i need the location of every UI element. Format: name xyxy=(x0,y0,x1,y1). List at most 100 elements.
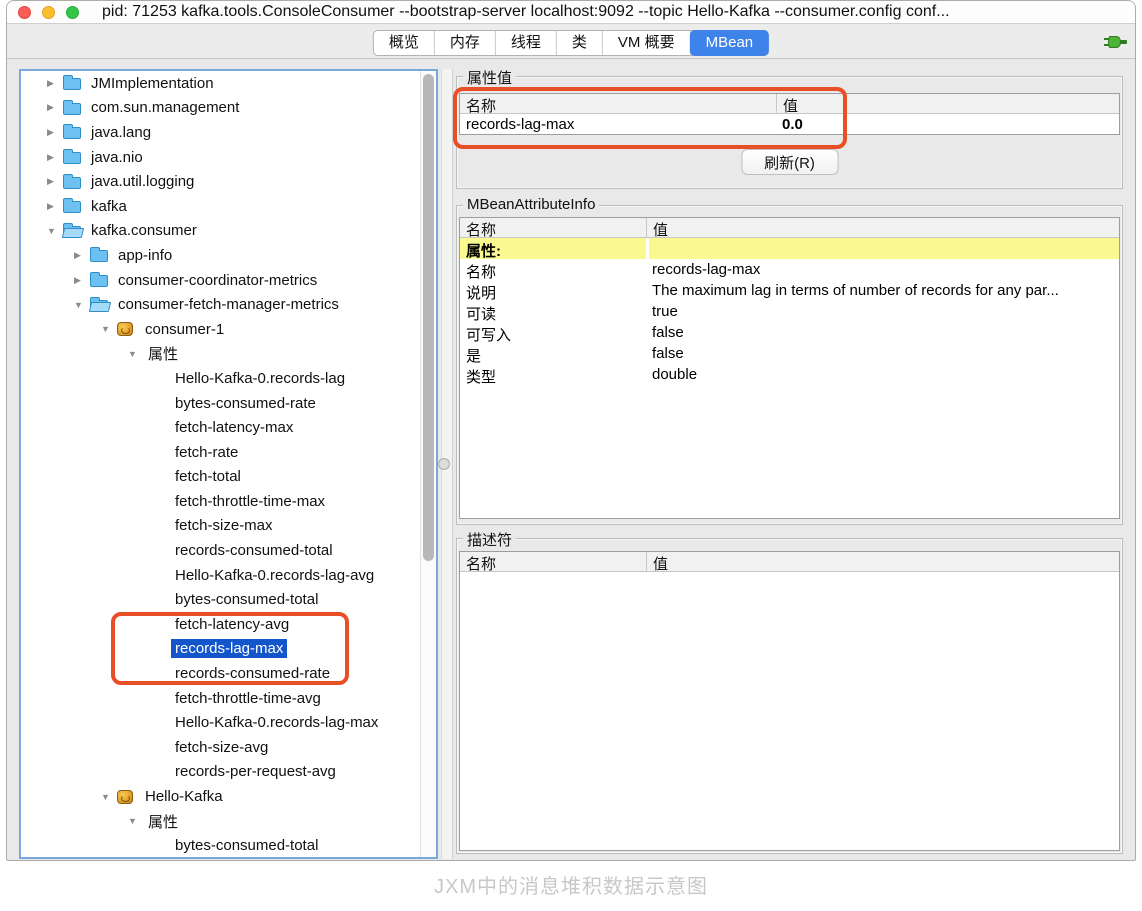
table-row[interactable]: 名称 records-lag-max xyxy=(460,259,1119,280)
expand-arrow-icon[interactable]: ▼ xyxy=(95,792,117,802)
tab[interactable]: VM 概要 xyxy=(603,31,691,55)
table-row[interactable]: 可写入 false xyxy=(460,322,1119,343)
tree-item-label: app-info xyxy=(114,246,176,265)
expand-arrow-icon[interactable]: ▶ xyxy=(41,201,63,212)
column-header-name[interactable]: 名称 xyxy=(460,94,776,113)
tree-item[interactable]: fetch-total xyxy=(21,465,420,490)
column-header-value[interactable]: 值 xyxy=(646,218,1119,237)
table-row[interactable]: records-lag-max 0.0 xyxy=(460,114,1119,135)
tab[interactable]: 概览 xyxy=(374,31,435,55)
refresh-button[interactable]: 刷新(R) xyxy=(741,149,838,175)
tree-item[interactable]: bytes-consumed-rate xyxy=(21,391,420,416)
tree-item[interactable]: ▼ consumer-fetch-manager-metrics xyxy=(21,292,420,317)
column-header-name[interactable]: 名称 xyxy=(460,552,646,571)
bean-icon xyxy=(117,790,133,804)
tree-item-label: consumer-1 xyxy=(141,320,228,339)
tree-item[interactable]: fetch-throttle-time-avg xyxy=(21,686,420,711)
table-body: records-lag-max 0.0 xyxy=(460,114,1119,135)
tree-item[interactable]: records-consumed-total xyxy=(21,538,420,563)
tree-item-label: com.sun.management xyxy=(87,98,243,117)
tree-item-label: Hello-Kafka-0.records-lag-avg xyxy=(171,566,378,585)
tree-item[interactable]: ▶ app-info xyxy=(21,243,420,268)
expand-arrow-icon[interactable]: ▶ xyxy=(41,127,63,138)
expand-arrow-icon[interactable]: ▼ xyxy=(122,349,144,359)
tab-bar: 概览 内存 线程 类 VM 概要 MBean xyxy=(7,25,1135,59)
expand-arrow-icon[interactable]: ▶ xyxy=(68,275,90,286)
tree-item[interactable]: ▼ Hello-Kafka xyxy=(21,784,420,809)
tree-item[interactable]: fetch-size-max xyxy=(21,514,420,539)
table-row[interactable]: 属性: xyxy=(460,238,1119,259)
cell-name: 可读 xyxy=(460,301,646,322)
node-icon xyxy=(63,224,87,238)
tree-item[interactable]: fetch-rate xyxy=(21,440,420,465)
tab[interactable]: MBean xyxy=(691,31,769,55)
tree-item[interactable]: ▶ java.nio xyxy=(21,145,420,170)
tree-item[interactable]: ▶ java.lang xyxy=(21,120,420,145)
tree-item[interactable]: ▶ java.util.logging xyxy=(21,169,420,194)
tree-item-label: Hello-Kafka xyxy=(141,787,227,806)
close-button[interactable] xyxy=(18,6,31,19)
table-row[interactable]: 类型 double xyxy=(460,364,1119,385)
table-row[interactable]: 说明 The maximum lag in terms of number of… xyxy=(460,280,1119,301)
expand-arrow-icon[interactable]: ▼ xyxy=(41,226,63,236)
tree-item[interactable]: ▶ consumer-coordinator-metrics xyxy=(21,268,420,293)
tree-item-label: fetch-throttle-time-max xyxy=(171,492,329,511)
tree-item[interactable]: Hello-Kafka-0.records-lag-avg xyxy=(21,563,420,588)
folder-icon xyxy=(63,78,81,90)
tree-item-label: records-per-request-avg xyxy=(171,762,340,781)
minimize-button[interactable] xyxy=(42,6,55,19)
cell-name: 可写入 xyxy=(460,322,646,343)
image-caption: JXM中的消息堆积数据示意图 xyxy=(0,870,1142,899)
expand-arrow-icon[interactable]: ▶ xyxy=(41,152,63,163)
expand-arrow-icon[interactable]: ▶ xyxy=(41,78,63,89)
tree-item[interactable]: bytes-consumed-total xyxy=(21,833,420,857)
tree-item[interactable]: fetch-throttle-time-max xyxy=(21,489,420,514)
descriptor-table: 名称 值 xyxy=(459,551,1120,851)
splitter-handle[interactable] xyxy=(438,458,450,470)
column-header-value[interactable]: 值 xyxy=(646,552,1119,571)
cell-name: 是 xyxy=(460,343,646,364)
tab[interactable]: 内存 xyxy=(435,31,496,55)
expand-arrow-icon[interactable]: ▶ xyxy=(41,176,63,187)
table-row[interactable]: 是 false xyxy=(460,343,1119,364)
tree-item[interactable]: Hello-Kafka-0.records-lag xyxy=(21,366,420,391)
tree-item[interactable]: ▶ JMImplementation xyxy=(21,71,420,96)
tree-item[interactable]: fetch-latency-avg xyxy=(21,612,420,637)
tree-item[interactable]: ▼ consumer-1 xyxy=(21,317,420,342)
tree-item[interactable]: ▼ 属性 xyxy=(21,342,420,367)
node-icon xyxy=(63,199,87,213)
expand-arrow-icon[interactable]: ▼ xyxy=(68,300,90,310)
tree-item[interactable]: records-consumed-rate xyxy=(21,661,420,686)
tree-item[interactable]: ▶ kafka xyxy=(21,194,420,219)
cell-name: 类型 xyxy=(460,364,646,385)
zoom-button[interactable] xyxy=(66,6,79,19)
tree-item[interactable]: ▼ kafka.consumer xyxy=(21,219,420,244)
folder-icon xyxy=(90,250,108,262)
cell-value: false xyxy=(646,322,1119,343)
tree-item-label: fetch-total xyxy=(171,467,245,486)
column-header-name[interactable]: 名称 xyxy=(460,218,646,237)
tree-item[interactable]: records-per-request-avg xyxy=(21,760,420,785)
expand-arrow-icon[interactable]: ▼ xyxy=(122,816,144,826)
tree-item-label: consumer-coordinator-metrics xyxy=(114,271,321,290)
tree-item[interactable]: records-lag-max xyxy=(21,637,420,662)
tab[interactable]: 线程 xyxy=(496,31,557,55)
mbean-attribute-info-group: MBeanAttributeInfo 名称 值 属性: 名称 records-l… xyxy=(456,205,1123,525)
expand-arrow-icon[interactable]: ▼ xyxy=(95,324,117,334)
tree-item-label: 属性 xyxy=(144,810,182,833)
tree-item[interactable]: fetch-latency-max xyxy=(21,415,420,440)
expand-arrow-icon[interactable]: ▶ xyxy=(68,250,90,261)
column-header-value[interactable]: 值 xyxy=(776,94,1119,113)
tree-scrollbar-thumb[interactable] xyxy=(423,74,434,561)
tab[interactable]: 类 xyxy=(557,31,603,55)
tree-item[interactable]: ▶ com.sun.management xyxy=(21,96,420,121)
tree-scrollbar[interactable] xyxy=(420,71,436,857)
tree-item[interactable]: Hello-Kafka-0.records-lag-max xyxy=(21,710,420,735)
expand-arrow-icon[interactable]: ▶ xyxy=(41,102,63,113)
tree-item-label: records-consumed-rate xyxy=(171,664,334,683)
tree-item[interactable]: fetch-size-avg xyxy=(21,735,420,760)
tree-item[interactable]: bytes-consumed-total xyxy=(21,587,420,612)
table-row[interactable]: 可读 true xyxy=(460,301,1119,322)
tree-item[interactable]: ▼ 属性 xyxy=(21,809,420,834)
folder-open-icon xyxy=(90,300,108,312)
